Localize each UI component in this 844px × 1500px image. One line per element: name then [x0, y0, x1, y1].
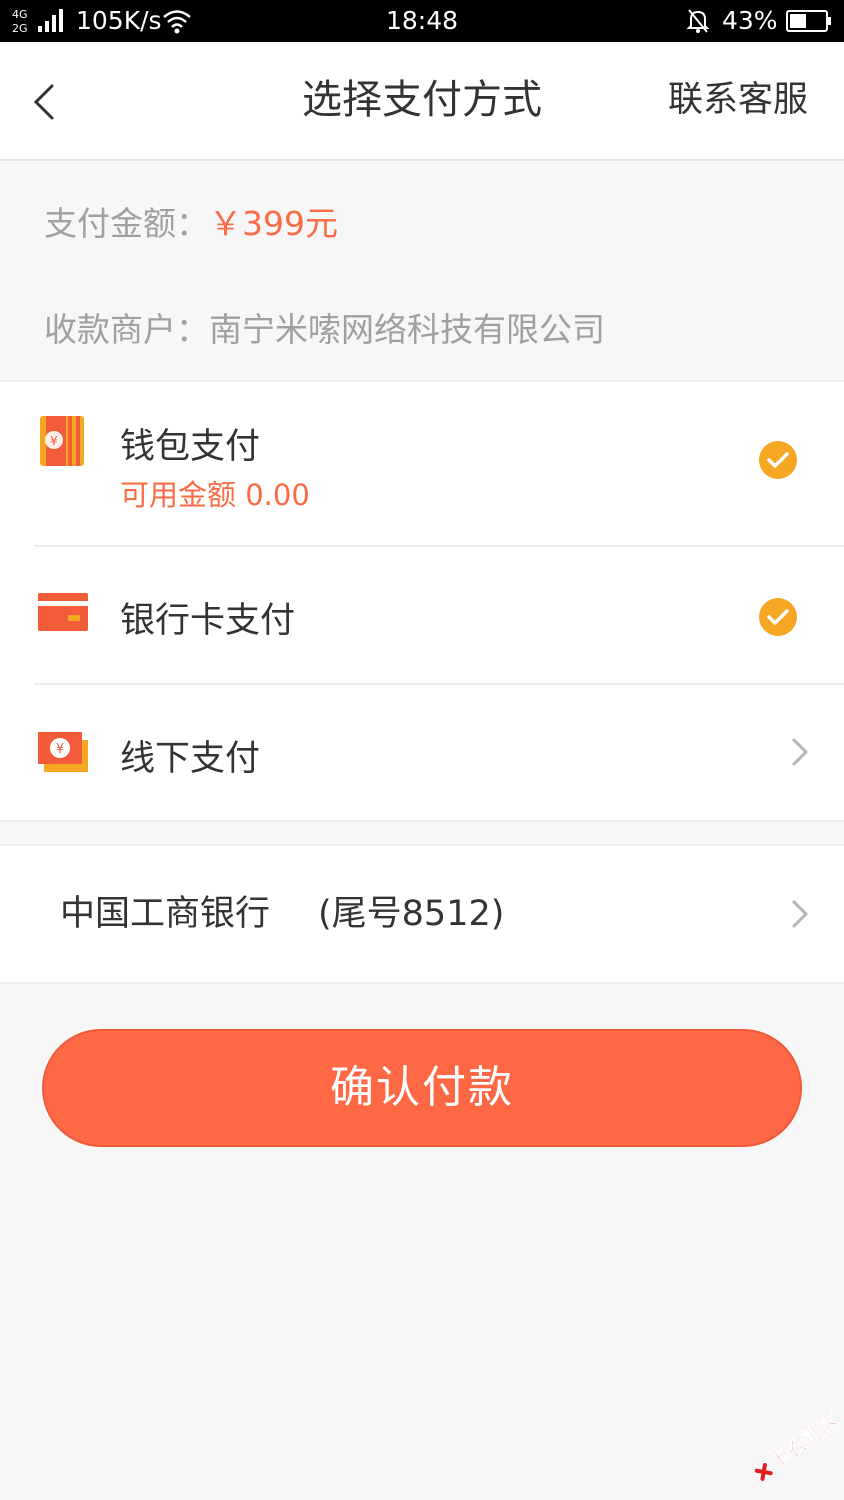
bank-name: 中国工商银行 — [60, 894, 271, 934]
method-label: 钱包支付 — [120, 427, 261, 467]
svg-text:¥: ¥ — [50, 434, 58, 448]
chevron-right-icon — [792, 900, 808, 928]
amount-value: ￥399元 — [209, 204, 338, 243]
check-circle-icon[interactable] — [757, 596, 799, 638]
battery-icon — [786, 10, 831, 32]
bank-card-icon — [38, 593, 88, 631]
app-header: 选择支付方式 联系客服 — [0, 42, 844, 161]
status-time: 18:48 — [385, 6, 459, 35]
payment-method-list: ¥ 钱包支付 可用金额 0.00 银行卡支付 ¥ 线下支付 — [0, 380, 844, 822]
watermark-text: 卡农社区 — [765, 1408, 840, 1474]
payment-method-bank-card[interactable]: 银行卡支付 — [0, 546, 844, 684]
order-info: 支付金额：￥399元 收款商户：南宁米嗦网络科技有限公司 — [0, 161, 844, 380]
cash-icon: ¥ — [38, 732, 88, 772]
method-label: 线下支付 — [120, 739, 261, 779]
bell-muted-icon — [686, 9, 710, 33]
merchant-label: 收款商户： — [44, 310, 209, 349]
confirm-payment-button[interactable]: 确认付款 — [42, 1029, 802, 1147]
selected-bank-card[interactable]: 中国工商银行 (尾号8512) — [0, 844, 844, 984]
wallet-balance: 可用金额 0.00 — [120, 478, 310, 512]
merchant-row: 收款商户：南宁米嗦网络科技有限公司 — [44, 303, 605, 351]
wallet-icon: ¥ — [40, 416, 84, 466]
check-circle-icon[interactable] — [757, 439, 799, 481]
status-bar: 4G 2G 105K/s 18:48 43% — [0, 0, 844, 42]
method-label: 银行卡支付 — [120, 601, 296, 641]
battery-level: 43% — [722, 6, 778, 35]
payment-method-offline[interactable]: ¥ 线下支付 — [0, 684, 844, 820]
back-arrow-icon[interactable] — [30, 82, 60, 122]
amount-label: 支付金额： — [44, 204, 209, 243]
payment-method-wallet[interactable]: ¥ 钱包支付 可用金额 0.00 — [0, 382, 844, 546]
amount-row: 支付金额：￥399元 — [44, 197, 338, 245]
contact-service-link[interactable]: 联系客服 — [668, 42, 808, 159]
watermark-logo: 卡农社区 — [754, 1408, 840, 1481]
chevron-right-icon — [792, 738, 808, 766]
merchant-value: 南宁米嗦网络科技有限公司 — [209, 310, 605, 349]
svg-text:¥: ¥ — [56, 742, 64, 757]
card-tail-number: (尾号8512) — [318, 894, 505, 934]
